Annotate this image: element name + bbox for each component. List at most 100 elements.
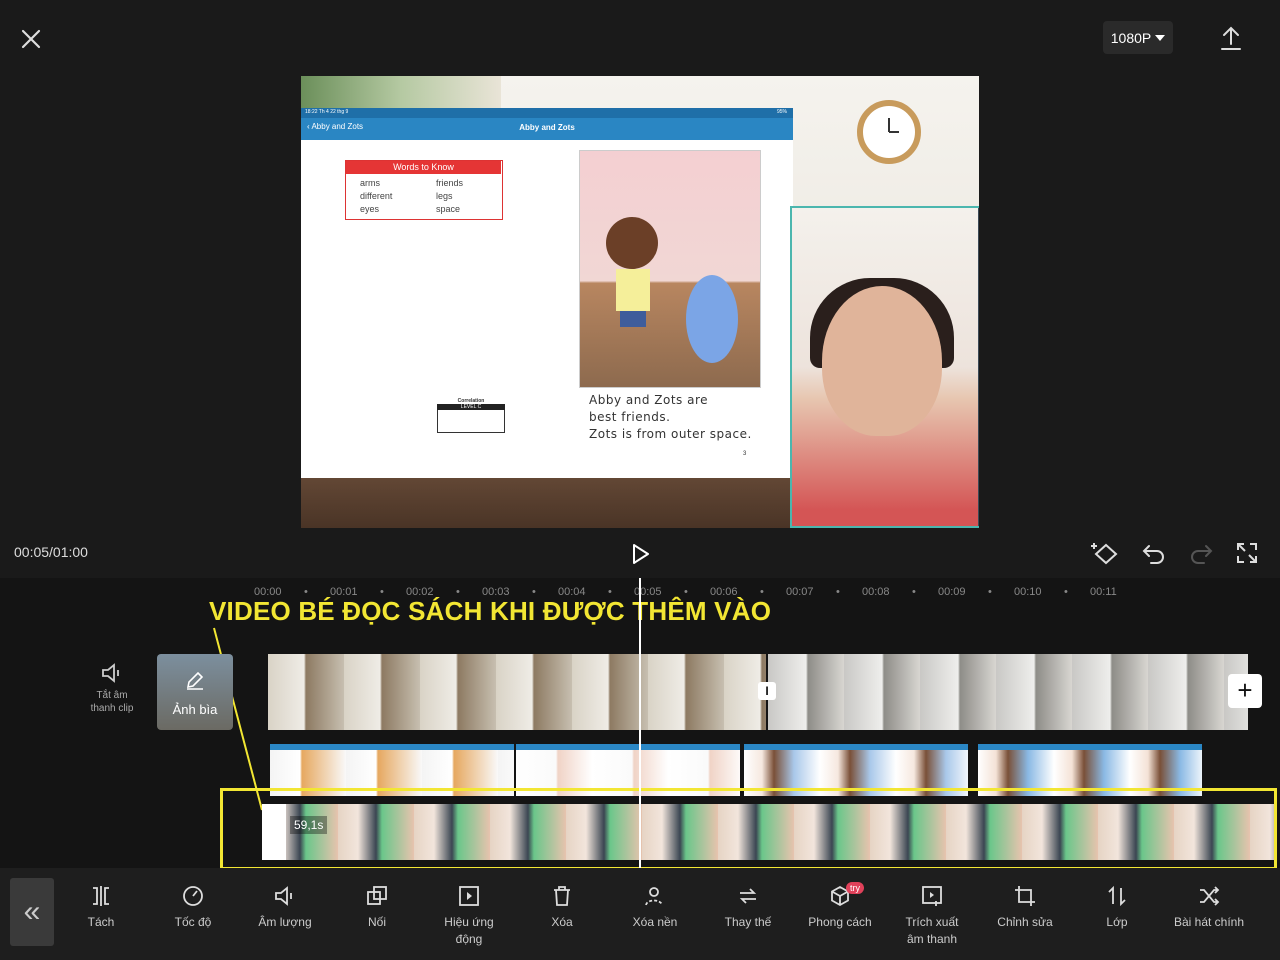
- edit-pencil-icon: [186, 671, 204, 690]
- annotation-highlight-box: [220, 788, 1277, 870]
- close-icon: [21, 29, 41, 49]
- undo-icon: [1142, 545, 1164, 564]
- tablet-screen: 18:22 Th 4 22 thg 9 95% ‹ Abby and Zots …: [301, 108, 793, 478]
- tool-label: Xóa nền: [632, 915, 678, 929]
- speed-icon: [183, 886, 203, 906]
- main-video-clip[interactable]: [768, 654, 1248, 730]
- webcam-dark-area: [978, 208, 979, 526]
- tool-remove-background[interactable]: Xóa nền: [609, 884, 701, 931]
- correlation-table: Correlation LEVEL C: [437, 398, 505, 433]
- extract-audio-icon: [922, 886, 942, 906]
- close-button[interactable]: [14, 22, 48, 56]
- tool-overlay[interactable]: Nối: [331, 884, 423, 931]
- tool-label: Xóa: [551, 915, 573, 929]
- tablet-status-time: 18:22 Th 4 22 thg 9: [305, 109, 349, 115]
- delete-icon: [554, 886, 570, 906]
- tool-replace[interactable]: Thay thế: [702, 884, 794, 931]
- tool-label: Tách: [87, 915, 115, 929]
- book-text-line: best friends.: [589, 410, 671, 424]
- tool-label: Chỉnh sửa: [997, 915, 1053, 929]
- ruler-dot: •: [1064, 586, 1068, 598]
- tool-extract-audio[interactable]: Trích xuất âm thanh: [886, 884, 978, 948]
- bottom-toolbar: « Tách Tốc độ Âm lượng Nối Hiệu ứng động …: [0, 868, 1280, 960]
- ruler-dot: •: [988, 586, 992, 598]
- add-clip-button[interactable]: +: [1228, 674, 1262, 708]
- redo-button[interactable]: [1188, 540, 1214, 566]
- cover-label: Ảnh bìa: [172, 702, 218, 717]
- tool-animation[interactable]: Hiệu ứng động: [423, 884, 515, 948]
- ruler-tick: 00:11: [1090, 586, 1117, 598]
- time-readout: 00:05/01:00: [14, 544, 88, 560]
- tool-label: Lớp: [1106, 915, 1128, 929]
- tool-label: Nối: [367, 915, 386, 929]
- annotation-pointer-line: [213, 627, 263, 811]
- word: different: [360, 191, 393, 201]
- playhead[interactable]: [639, 578, 641, 868]
- replace-icon: [739, 888, 757, 904]
- ruler-dot: •: [836, 586, 840, 598]
- export-button[interactable]: [1214, 22, 1248, 56]
- layer-icon: [1108, 885, 1126, 907]
- keyframe-button[interactable]: [1090, 539, 1120, 567]
- play-button[interactable]: [626, 540, 654, 568]
- shuffle-icon: [1200, 886, 1220, 906]
- tool-speed[interactable]: Tốc độ: [147, 884, 239, 931]
- ruler-dot: •: [912, 586, 916, 598]
- fullscreen-button[interactable]: [1234, 540, 1260, 566]
- redo-icon: [1191, 545, 1213, 564]
- tool-split[interactable]: Tách: [55, 884, 147, 931]
- upload-icon: [1221, 26, 1241, 50]
- crop-icon: [1015, 886, 1035, 906]
- word: eyes: [360, 204, 380, 214]
- words-to-know-box: Words to Know arms different eyes friend…: [345, 160, 503, 220]
- transition-marker[interactable]: I: [758, 682, 776, 700]
- book-illustration: [579, 150, 761, 388]
- tool-label: Hiệu ứng động: [444, 915, 494, 946]
- remove-bg-icon: [645, 887, 663, 906]
- tool-style[interactable]: try Phong cách: [794, 882, 886, 931]
- book-text-line: Abby and Zots are: [589, 393, 708, 407]
- tablet-app-header: ‹ Abby and Zots Abby and Zots: [301, 118, 793, 140]
- tool-volume[interactable]: Âm lượng: [239, 884, 331, 931]
- wall-clock-image: [857, 100, 921, 164]
- webcam-overlay-clip[interactable]: [790, 206, 979, 528]
- webcam-frame: [792, 208, 978, 526]
- tablet-status-bar: 18:22 Th 4 22 thg 9 95%: [301, 108, 793, 118]
- double-chevron-left-icon: «: [23, 895, 41, 928]
- tool-label: Thay thế: [724, 915, 772, 929]
- try-badge: try: [846, 882, 864, 894]
- mute-clip-button[interactable]: Tắt âm thanh clip: [80, 662, 144, 722]
- tool-delete[interactable]: Xóa: [516, 884, 608, 931]
- page-number: 3: [743, 451, 747, 457]
- split-icon: [93, 886, 109, 906]
- ruler-tick: 00:08: [862, 586, 890, 598]
- word: legs: [436, 191, 453, 201]
- overlay-icon: [367, 886, 387, 905]
- ruler-tick: 00:07: [786, 586, 814, 598]
- play-icon: [633, 544, 649, 564]
- tool-main-song[interactable]: Bài hát chính: [1163, 884, 1255, 931]
- book-text: Abby and Zots are best friends. Zots is …: [589, 392, 769, 443]
- tablet-title: Abby and Zots: [519, 123, 575, 132]
- mute-clip-label: Tắt âm thanh clip: [90, 690, 134, 714]
- word: space: [436, 204, 461, 214]
- correlation-rows: [437, 410, 505, 433]
- main-video-clip[interactable]: [268, 654, 766, 730]
- tool-crop[interactable]: Chỉnh sửa: [979, 884, 1071, 931]
- cover-image-button[interactable]: Ảnh bìa: [157, 654, 233, 730]
- word: arms: [360, 178, 380, 188]
- word: friends: [436, 178, 464, 188]
- resolution-dropdown[interactable]: 1080P: [1103, 21, 1173, 54]
- caret-down-icon: [1155, 34, 1166, 41]
- clock-face-icon: [888, 118, 899, 133]
- undo-button[interactable]: [1141, 540, 1167, 566]
- resolution-label: 1080P: [1110, 29, 1152, 46]
- tool-label: Âm lượng: [258, 915, 312, 929]
- book-text-line: Zots is from outer space.: [589, 427, 752, 441]
- collapse-toolbar-button[interactable]: «: [10, 878, 54, 946]
- tool-layer[interactable]: Lớp: [1071, 884, 1163, 931]
- volume-icon: [275, 886, 292, 906]
- ruler-tick: 00:10: [1014, 586, 1042, 598]
- tool-label: Trích xuất âm thanh: [905, 915, 959, 946]
- video-preview[interactable]: 18:22 Th 4 22 thg 9 95% ‹ Abby and Zots …: [301, 76, 979, 528]
